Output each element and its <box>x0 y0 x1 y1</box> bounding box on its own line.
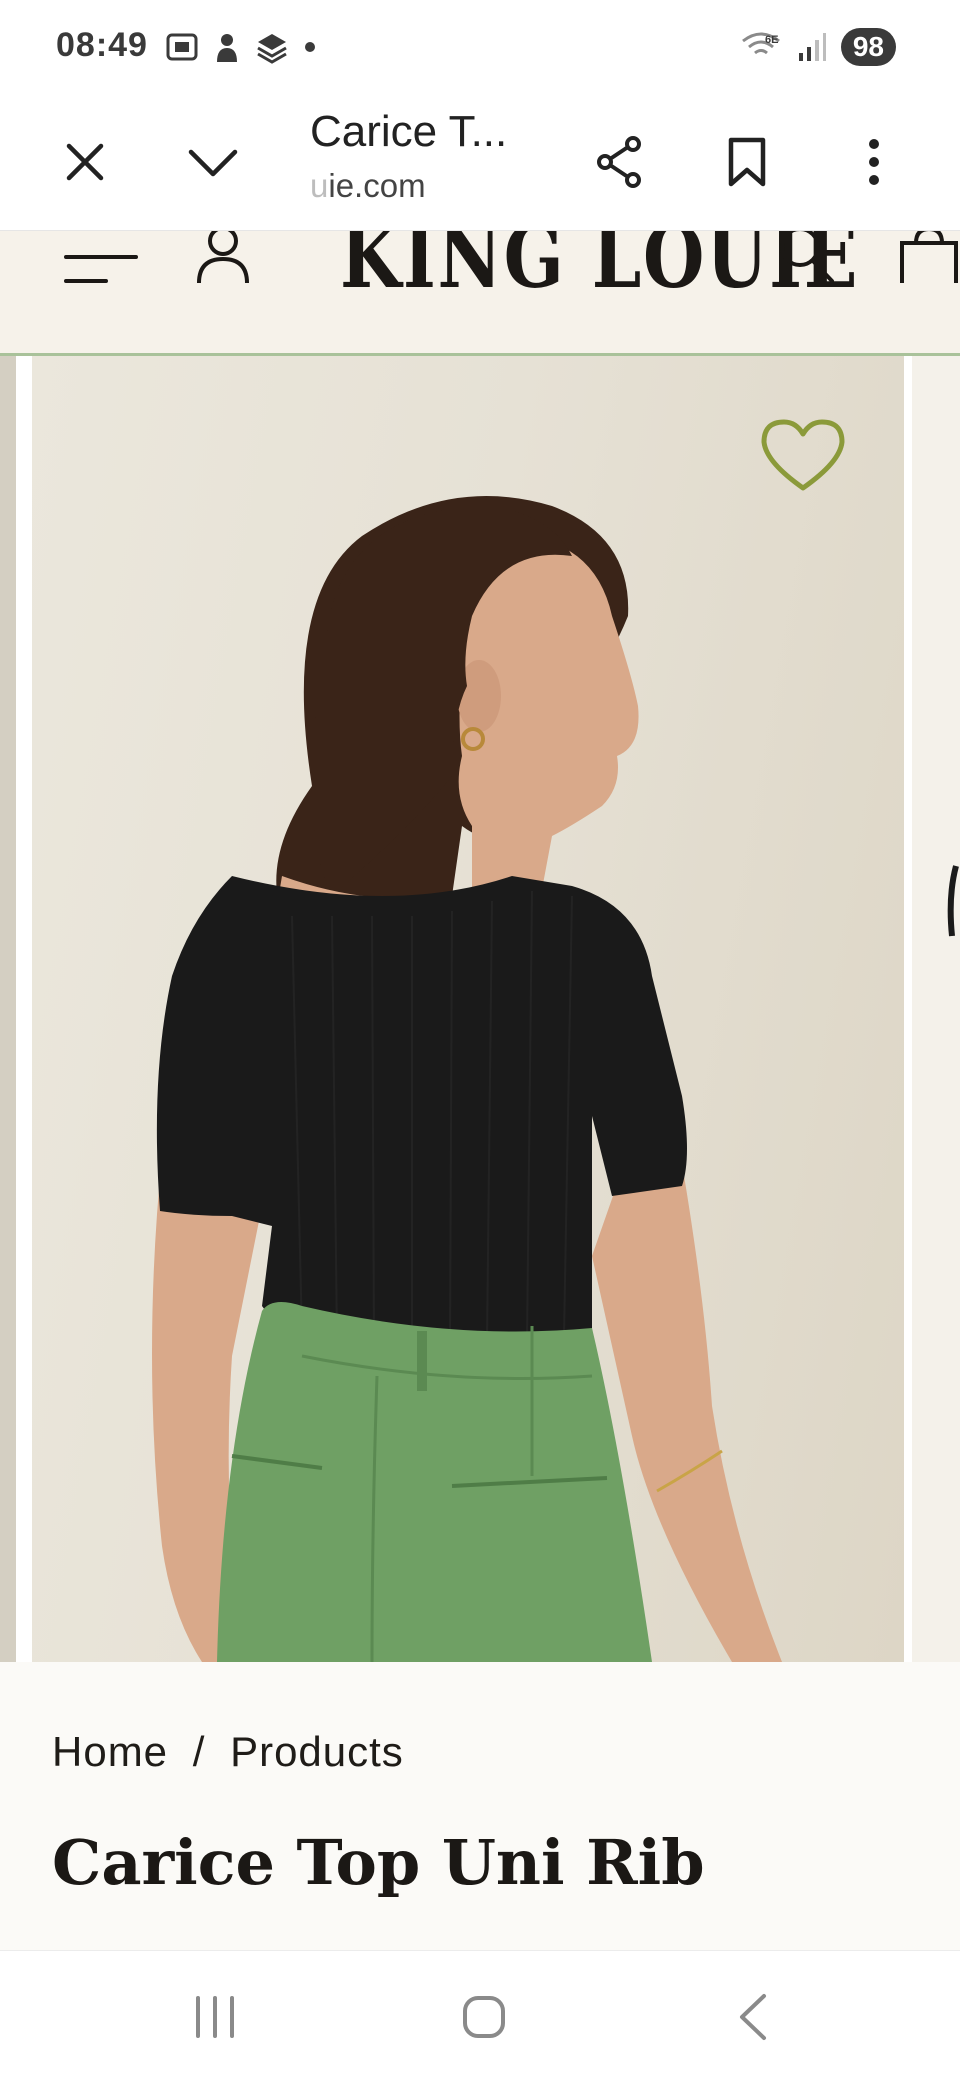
page-url: uie.com <box>310 167 426 204</box>
recents-button[interactable] <box>175 1979 255 2055</box>
breadcrumb: Home / Products <box>52 1728 416 1776</box>
next-slide-peek[interactable] <box>912 356 960 1662</box>
screenshot-icon <box>166 33 198 61</box>
chevron-down-icon <box>188 149 238 177</box>
status-bar: 08:49 6E 98 <box>0 0 960 96</box>
signal-icon <box>798 33 826 61</box>
status-icons-right: 6E 98 <box>739 28 896 66</box>
model-illustration <box>152 496 782 1662</box>
page-title: Carice T... <box>310 107 508 156</box>
heart-icon[interactable] <box>758 416 848 496</box>
battery-icon: 98 <box>840 28 896 66</box>
status-time: 08:49 <box>56 26 148 64</box>
network-label: 6E <box>765 34 778 46</box>
stack-icon <box>257 34 287 64</box>
cart-icon[interactable] <box>898 231 960 287</box>
share-button[interactable] <box>581 124 657 200</box>
home-button[interactable] <box>444 1979 524 2055</box>
breadcrumb-separator: / <box>192 1728 206 1775</box>
more-options-button[interactable] <box>836 124 912 200</box>
product-title: Carice Top Uni Rib <box>52 1826 705 1899</box>
site-header: KING LOUIE <box>0 231 960 356</box>
recents-icon <box>196 1996 234 2038</box>
bixby-icon <box>217 34 237 62</box>
minimize-button[interactable] <box>175 124 251 200</box>
wifi-icon: 6E <box>741 32 780 55</box>
product-info: Home / Products Carice Top Uni Rib <box>0 1662 960 1950</box>
status-icons-left <box>165 30 317 64</box>
account-icon[interactable] <box>194 231 252 287</box>
close-button[interactable] <box>47 124 123 200</box>
page-info[interactable]: Carice T... uie.com <box>310 102 540 208</box>
more-icon <box>869 139 879 185</box>
home-icon <box>463 1996 505 2038</box>
next-slide-thumb <box>947 865 959 937</box>
back-button[interactable] <box>713 1979 793 2055</box>
previous-slide-peek[interactable] <box>0 356 16 1662</box>
dot-icon <box>305 42 315 52</box>
share-icon <box>597 136 641 188</box>
menu-icon[interactable] <box>62 245 140 285</box>
close-icon <box>66 143 104 181</box>
product-image[interactable] <box>32 356 904 1662</box>
breadcrumb-products[interactable]: Products <box>230 1728 404 1775</box>
search-icon[interactable] <box>774 231 838 291</box>
system-nav-bar <box>0 1950 960 2081</box>
product-gallery[interactable] <box>0 356 960 1662</box>
bookmark-icon <box>728 137 766 187</box>
bookmark-button[interactable] <box>709 124 785 200</box>
back-icon <box>740 1994 766 2040</box>
browser-toolbar: Carice T... uie.com <box>0 96 960 231</box>
breadcrumb-home[interactable]: Home <box>52 1728 168 1775</box>
